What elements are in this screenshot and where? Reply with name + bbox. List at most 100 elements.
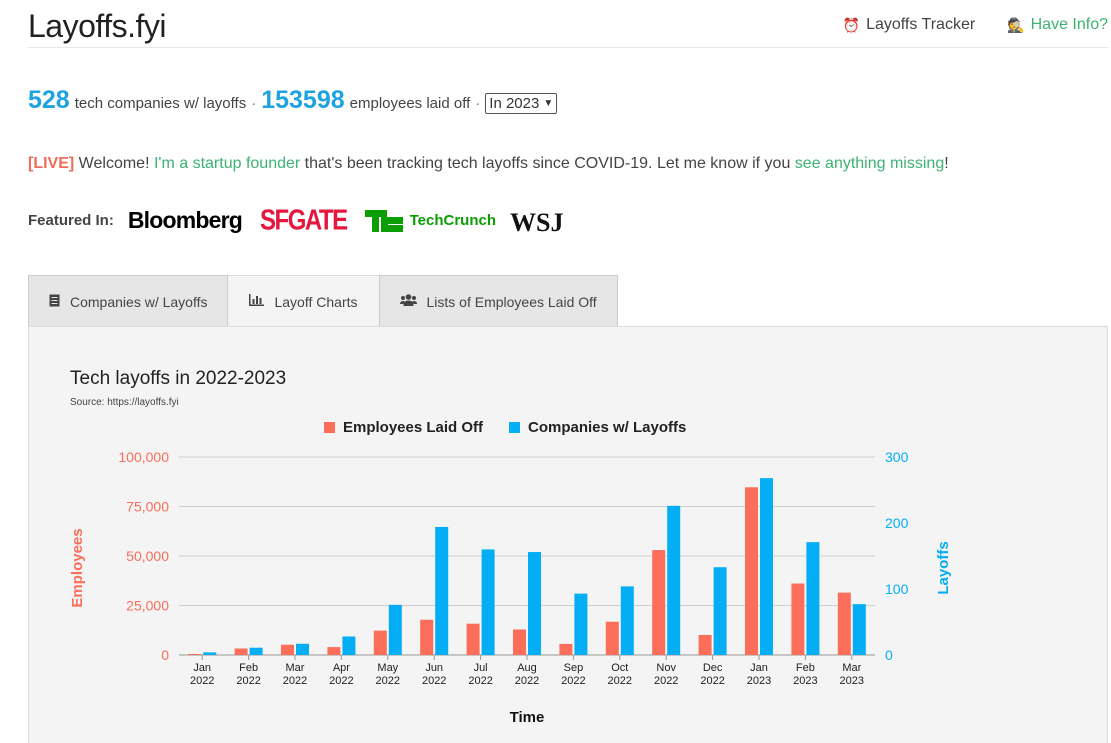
- bar-employees-laid-off: [373, 630, 387, 655]
- year-select-value: In 2023: [489, 95, 540, 112]
- chart-axes: 0 25,000 50,000 75,000 100,000 0 100 200 300 Empl…: [69, 449, 952, 687]
- chart-bars: [188, 478, 866, 655]
- nav-layoffs-tracker[interactable]: ⏰ Layoffs Tracker: [843, 16, 976, 34]
- x-tick-year: 2022: [515, 675, 539, 687]
- bar-employees-laid-off: [281, 644, 294, 655]
- intro-end: !: [944, 155, 949, 172]
- nav-have-info[interactable]: 🕵 Have Info?: [1007, 16, 1108, 34]
- x-tick-year: 2022: [190, 675, 214, 687]
- x-tick-year: 2022: [329, 675, 353, 687]
- intro-middle-text: that's been tracking tech layoffs since …: [304, 155, 791, 172]
- x-tick-month: Nov: [656, 662, 676, 674]
- site-logo[interactable]: Layoffs.fyi: [28, 8, 166, 45]
- x-tick-month: Jun: [425, 662, 443, 674]
- x-tick-year: 2022: [283, 675, 307, 687]
- x-tick-year: 2023: [793, 675, 817, 687]
- tab-layoff-charts[interactable]: Layoff Charts: [228, 275, 379, 327]
- left-axis-tick: 75,000: [126, 499, 169, 515]
- tab-employee-lists-label: Lists of Employees Laid Off: [426, 293, 597, 310]
- bar-employees-laid-off: [698, 635, 712, 655]
- x-tick-month: Apr: [333, 662, 350, 674]
- tab-companies[interactable]: Companies w/ Layoffs: [28, 275, 229, 327]
- summary-stats: 528 tech companies w/ layoffs · 153598 e…: [28, 86, 558, 115]
- techcrunch-logo[interactable]: TechCrunch: [364, 209, 497, 232]
- tab-layoff-charts-label: Layoff Charts: [274, 293, 358, 310]
- wsj-wordmark: WSJ: [510, 208, 564, 237]
- bar-companies-with-layoffs: [342, 636, 356, 655]
- bar-companies-with-layoffs: [296, 643, 309, 655]
- x-tick-month: May: [377, 662, 398, 674]
- bar-companies-with-layoffs: [852, 604, 866, 655]
- x-tick-month: Feb: [239, 662, 258, 674]
- bar-employees-laid-off: [791, 583, 805, 655]
- chart-panel: Tech layoffs in 2022-2023 Source: https:…: [28, 326, 1108, 743]
- bar-employees-laid-off: [605, 621, 619, 655]
- site-header: Layoffs.fyi ⏰ Layoffs Tracker 🕵 Have Inf…: [28, 0, 1108, 48]
- left-axis-tick: 100,000: [118, 449, 169, 465]
- spy-icon: 🕵: [1007, 16, 1025, 33]
- x-tick-year: 2022: [422, 675, 446, 687]
- content-tabs: Companies w/ Layoffs Layoff Charts Lists…: [28, 275, 618, 327]
- alarm-clock-icon: ⏰: [842, 16, 861, 33]
- x-tick-year: 2022: [376, 675, 400, 687]
- chart-subtitle: Source: https://layoffs.fyi: [70, 397, 179, 408]
- year-select[interactable]: In 2023 ▼: [485, 93, 558, 114]
- bar-employees-laid-off: [652, 550, 666, 655]
- sfgate-logo[interactable]: SFGATE: [260, 204, 348, 238]
- featured-in: Featured In: Bloomberg SFGATE TechCrunch…: [28, 204, 563, 238]
- bar-companies-with-layoffs: [620, 586, 634, 655]
- x-tick-month: Sep: [564, 662, 584, 674]
- bloomberg-logo[interactable]: Bloomberg: [128, 207, 243, 234]
- founder-link[interactable]: I'm a startup founder: [154, 155, 300, 172]
- x-tick-year: 2023: [840, 675, 864, 687]
- chart-legend: Employees Laid Off Companies w/ Layoffs: [324, 419, 686, 436]
- x-tick-month: Aug: [517, 662, 537, 674]
- tab-employee-lists[interactable]: Lists of Employees Laid Off: [378, 275, 618, 327]
- bar-companies-with-layoffs: [388, 604, 402, 655]
- layoffs-chart: Tech layoffs in 2022-2023 Source: https:…: [69, 368, 952, 726]
- techcrunch-mark-icon: [364, 209, 405, 232]
- x-tick-month: Mar: [286, 662, 305, 674]
- legend-swatch: [324, 422, 335, 433]
- left-axis-title: Employees: [69, 528, 86, 607]
- x-tick-month: Jan: [750, 662, 768, 674]
- bar-employees-laid-off: [745, 487, 758, 655]
- bar-companies-with-layoffs: [667, 505, 681, 655]
- bar-companies-with-layoffs: [760, 478, 773, 655]
- featured-label: Featured In:: [28, 212, 114, 229]
- wsj-logo[interactable]: WSJ: [510, 205, 563, 236]
- x-tick-year: 2022: [608, 675, 632, 687]
- x-axis-label: Time: [510, 709, 545, 726]
- bar-companies-with-layoffs: [203, 652, 217, 655]
- techcrunch-wordmark: TechCrunch: [409, 212, 497, 229]
- left-axis-tick: 0: [161, 647, 169, 663]
- x-tick-year: 2022: [561, 675, 585, 687]
- bar-companies-with-layoffs: [481, 549, 495, 655]
- bar-chart-icon: [249, 294, 265, 309]
- chevron-down-icon: ▼: [543, 98, 554, 109]
- missing-link[interactable]: see anything missing: [795, 155, 944, 172]
- x-tick-year: 2023: [747, 675, 771, 687]
- stat-separator: ·: [251, 95, 257, 112]
- live-tag: [LIVE]: [28, 155, 75, 172]
- left-axis-tick: 50,000: [126, 548, 169, 564]
- x-tick-year: 2022: [654, 675, 678, 687]
- bar-companies-with-layoffs: [574, 593, 588, 655]
- right-axis-tick: 0: [885, 647, 893, 663]
- bar-companies-with-layoffs: [713, 567, 727, 655]
- x-tick-year: 2022: [700, 675, 724, 687]
- bar-employees-laid-off: [420, 619, 434, 655]
- x-tick-month: Feb: [796, 662, 815, 674]
- x-tick-year: 2022: [468, 675, 492, 687]
- bar-employees-laid-off: [234, 648, 248, 655]
- bar-employees-laid-off: [837, 592, 851, 655]
- nav-have-info-label: Have Info?: [1030, 16, 1108, 33]
- companies-label: tech companies w/ layoffs: [74, 95, 247, 112]
- right-axis-tick: 300: [885, 449, 909, 465]
- x-tick-month: Mar: [842, 662, 861, 674]
- left-axis-tick: 25,000: [126, 598, 169, 614]
- right-axis-title: Layoffs: [935, 541, 952, 594]
- x-tick-month: Jul: [474, 662, 488, 674]
- employees-label: employees laid off: [349, 95, 471, 112]
- intro-line: [LIVE] Welcome! I'm a startup founder th…: [28, 155, 949, 173]
